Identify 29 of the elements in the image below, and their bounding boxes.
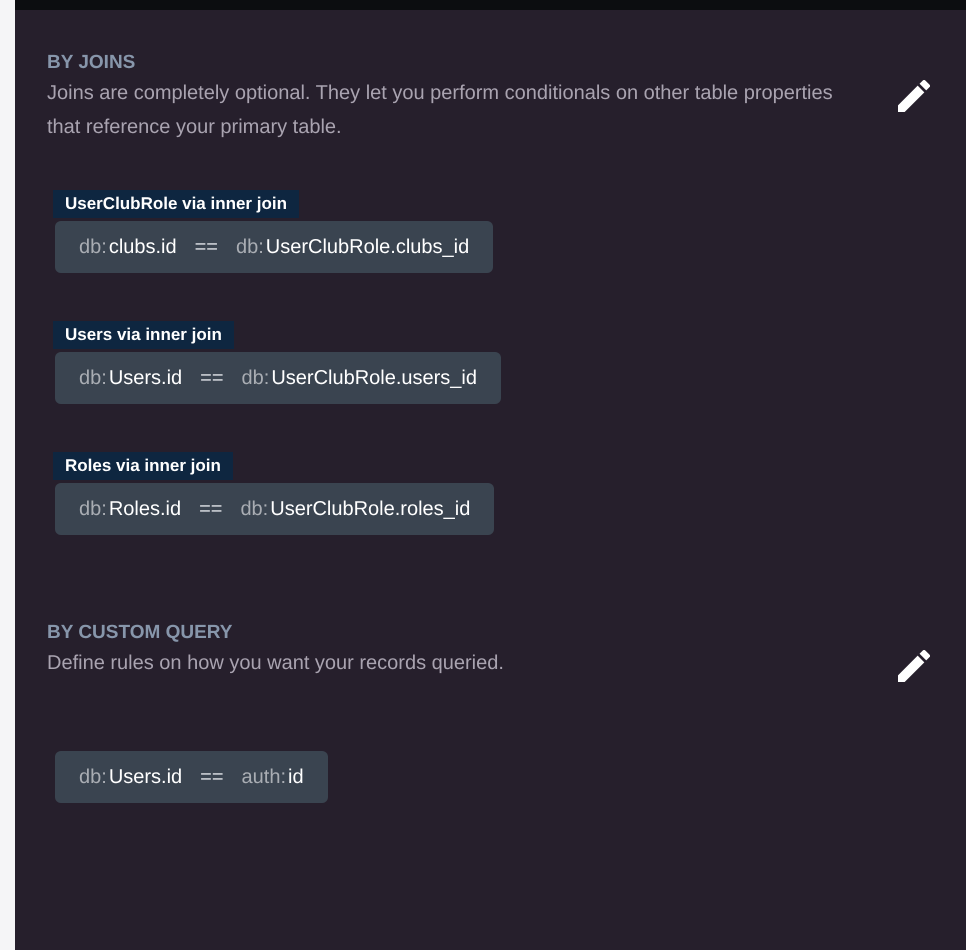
join-label: Users via inner join — [53, 321, 234, 349]
section-heading: BY JOINS — [47, 51, 136, 75]
operator: == — [200, 366, 224, 390]
source-prefix: auth: — [242, 766, 286, 788]
field-name: UserClubRole.users_id — [271, 366, 477, 390]
operator: == — [199, 498, 222, 520]
operator: == — [194, 236, 218, 258]
source-prefix: db: — [236, 236, 264, 258]
field-name: UserClubRole.clubs_id — [266, 236, 470, 258]
join-label: UserClubRole via inner join — [53, 190, 299, 218]
field-name: id — [288, 766, 304, 788]
source-prefix: db: — [240, 498, 268, 520]
source-prefix: db: — [79, 766, 107, 788]
pencil-icon[interactable] — [898, 650, 930, 682]
join-label: Roles via inner join — [53, 452, 233, 480]
field-name: clubs.id — [108, 236, 177, 258]
source-prefix: db: — [242, 366, 270, 390]
field-name: UserClubRole.roles_id — [270, 498, 470, 520]
field-name: Users.id — [108, 766, 182, 788]
source-prefix: db: — [79, 498, 107, 520]
operator: == — [200, 766, 224, 788]
field-name: Roles.id — [108, 498, 182, 520]
source-prefix: db: — [79, 366, 107, 390]
field-name: Users.id — [108, 366, 182, 390]
pencil-icon[interactable] — [898, 80, 930, 112]
section-description: Define rules on how you want your records queried. — [47, 651, 504, 676]
section-heading: BY CUSTOM QUERY — [47, 621, 234, 645]
source-prefix: db: — [79, 236, 107, 258]
section-description: Joins are completely optional. They let you perform conditionals on other table properties that reference your primary table. — [47, 81, 834, 140]
